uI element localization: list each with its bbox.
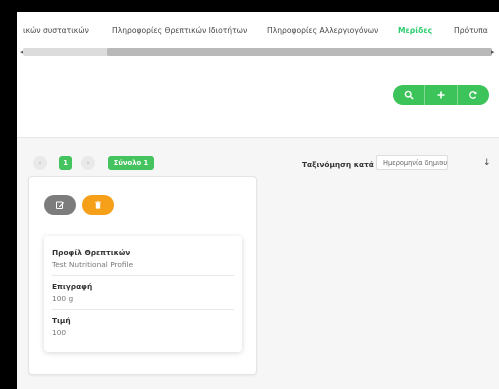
delete-button[interactable] [82,195,114,215]
delete-icon [95,201,101,209]
edit-button[interactable] [44,195,76,215]
app-window: ικών συστατικών Πληροφορίες Θρεπτικών Ιδ… [17,12,499,389]
search-button[interactable] [393,85,426,105]
plus-icon [437,91,445,99]
edit-icon [56,201,65,209]
action-button-group [393,85,489,105]
divider [52,309,234,310]
tab-portions[interactable]: Μερίδες [398,26,432,35]
sort-direction-icon[interactable]: ↓ [483,158,491,168]
tab-ingredients[interactable]: ικών συστατικών [23,26,89,35]
field-label: Επιγραφή [52,282,93,291]
portion-details: Προφίλ Θρεπτικών Test Nutritional Profil… [44,236,242,352]
tab-allergen-info[interactable]: Πληροφορίες Αλλεργιογόνων [267,26,378,35]
field-label: Τιμή [52,316,71,325]
field-label: Προφίλ Θρεπτικών [52,248,131,257]
field-value: 100 g [52,294,74,303]
pagination-prev[interactable]: ‹ [33,156,47,170]
horizontal-scrollbar[interactable]: ◂ ▸ [17,46,499,59]
search-icon [404,90,414,100]
pagination-page-1[interactable]: 1 [59,156,72,170]
portion-card: Προφίλ Θρεπτικών Test Nutritional Profil… [28,176,257,375]
refresh-button[interactable] [458,85,489,105]
scroll-right-icon[interactable]: ▸ [491,46,495,59]
field-value: 100 [52,328,67,337]
refresh-icon [469,91,477,99]
chevron-down-icon: ∨ [438,159,443,167]
sort-select[interactable]: Ημερομηνία δημιουργ ∨ [376,155,448,170]
scroll-thumb[interactable] [107,48,492,56]
sort-label: Ταξινόμηση κατά [302,160,374,169]
pagination-next[interactable]: › [81,156,95,170]
field-value: Test Nutritional Profile [52,260,134,269]
divider [52,275,234,276]
total-badge: Σύνολο 1 [108,156,154,170]
tab-nutritional-info[interactable]: Πληροφορίες Θρεπτικών Ιδιοτήτων [112,26,247,35]
tab-templates[interactable]: Πρότυπα [454,26,488,35]
tab-bar: ικών συστατικών Πληροφορίες Θρεπτικών Ιδ… [17,12,499,46]
add-button[interactable] [425,85,458,105]
